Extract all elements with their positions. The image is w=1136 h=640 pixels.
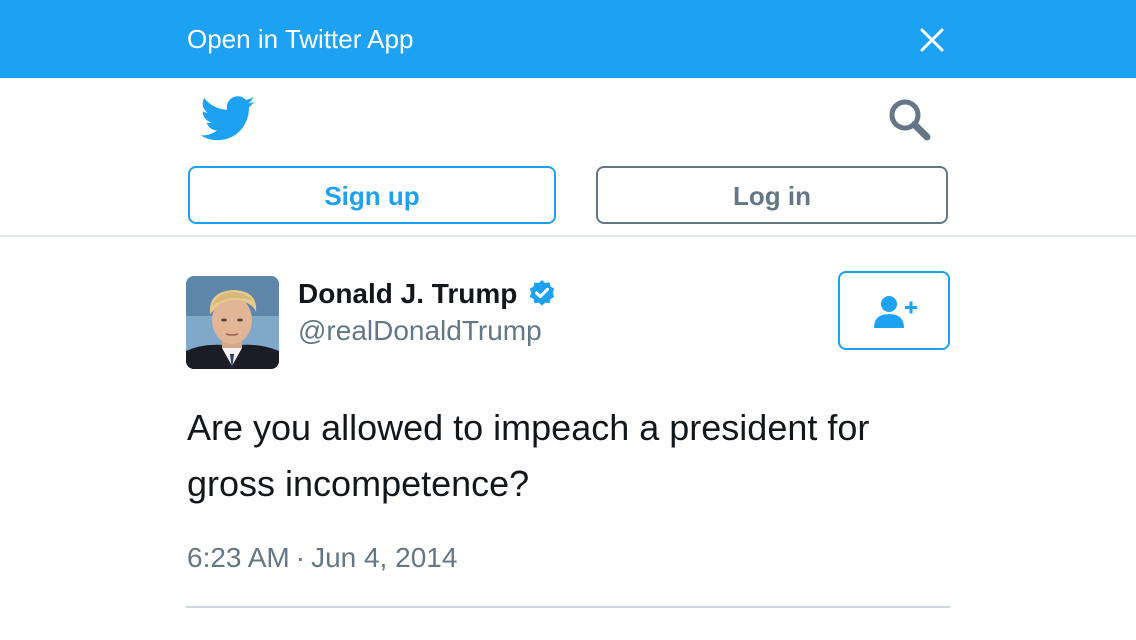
- timestamp-separator: ·: [295, 542, 306, 573]
- author-handle[interactable]: @realDonaldTrump: [298, 314, 542, 348]
- log-in-button[interactable]: Log in: [596, 166, 948, 224]
- search-icon[interactable]: [886, 96, 932, 142]
- close-icon[interactable]: [912, 20, 952, 60]
- site-header: [0, 78, 1136, 237]
- author-name-row: Donald J. Trump: [298, 276, 557, 312]
- divider: [186, 606, 950, 608]
- tweet-timestamp[interactable]: 6:23 AM · Jun 4, 2014: [187, 540, 457, 576]
- avatar[interactable]: [186, 276, 279, 369]
- sign-up-button[interactable]: Sign up: [188, 166, 556, 224]
- twitter-bird-icon[interactable]: [200, 96, 256, 142]
- follow-user-icon: [874, 296, 917, 328]
- tweet-date: Jun 4, 2014: [311, 542, 458, 573]
- author-name[interactable]: Donald J. Trump: [298, 276, 517, 312]
- tweet-text: Are you allowed to impeach a president f…: [187, 407, 870, 504]
- verified-badge-icon: [527, 279, 557, 309]
- tweet-time: 6:23 AM: [187, 542, 290, 573]
- open-in-app-banner[interactable]: Open in Twitter App: [0, 0, 1136, 78]
- open-in-app-link[interactable]: Open in Twitter App: [187, 22, 413, 56]
- follow-button[interactable]: [838, 271, 950, 350]
